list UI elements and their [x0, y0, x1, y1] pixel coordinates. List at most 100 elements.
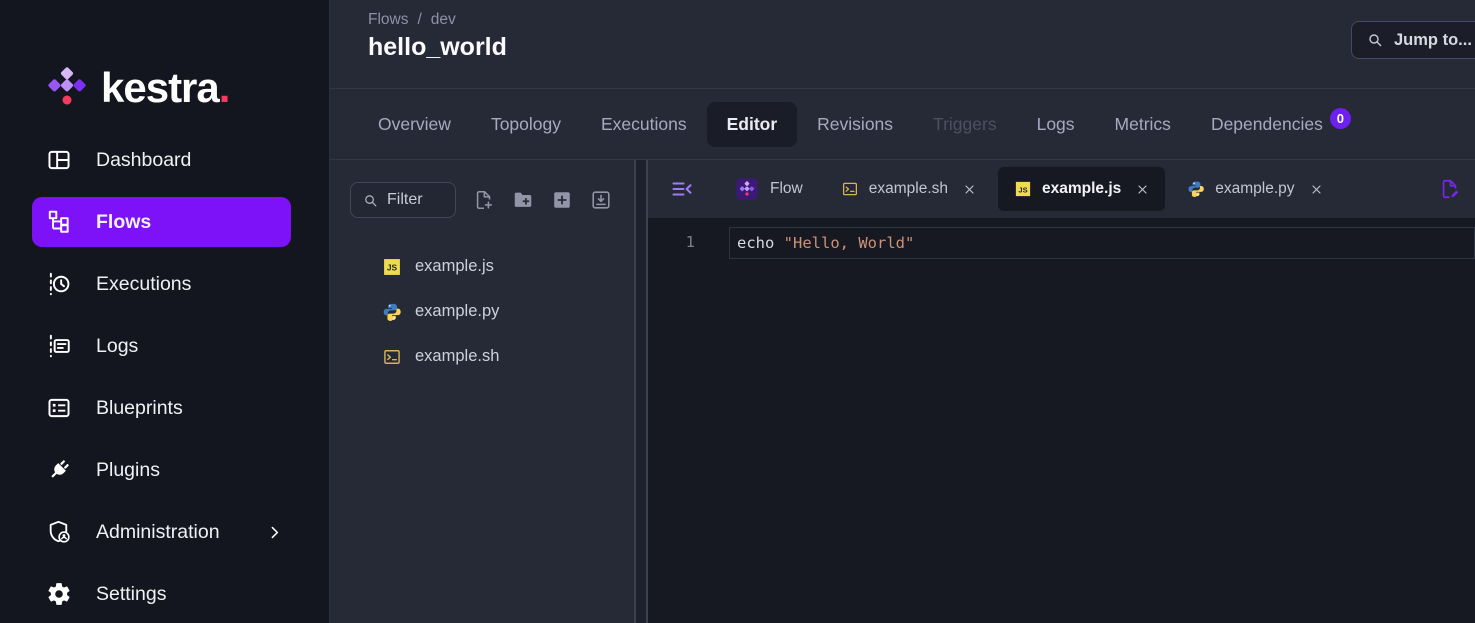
editor-tab-example-sh[interactable]: example.sh: [825, 167, 992, 211]
collapse-icon: [670, 177, 694, 201]
editor-tab-flow[interactable]: Flow: [718, 167, 819, 211]
sidebar-item-dashboard[interactable]: Dashboard: [32, 135, 291, 185]
import-button[interactable]: [590, 189, 612, 211]
code-line: 1 echo "Hello, World": [648, 227, 1475, 259]
sidebar-item-administration[interactable]: Administration: [32, 507, 291, 557]
file-explorer: example.js example.py example.sh: [330, 160, 634, 623]
file-list: example.js example.py example.sh: [330, 244, 634, 379]
filetype-icon: [841, 180, 859, 198]
file-example-py[interactable]: example.py: [330, 289, 634, 334]
filetype-icon: [382, 302, 402, 322]
editor-tab-example-js[interactable]: example.js: [998, 167, 1165, 211]
tab-label: Revisions: [817, 114, 893, 135]
panel-resize-handle[interactable]: [634, 160, 648, 623]
close-icon[interactable]: [963, 183, 976, 196]
tab-logs[interactable]: Logs: [1017, 102, 1095, 147]
nav-label: Blueprints: [96, 397, 183, 420]
sidebar-item-blueprints[interactable]: Blueprints: [32, 383, 291, 433]
toolbar-icon: [590, 189, 612, 211]
nav-icon: [46, 147, 72, 173]
file-name: example.js: [415, 257, 494, 276]
tab-label: Editor: [727, 114, 778, 135]
code-area[interactable]: 1 echo "Hello, World": [648, 218, 1475, 259]
editor-tab-label: Flow: [770, 180, 803, 198]
file-example-js[interactable]: example.js: [330, 244, 634, 289]
tab-label: Metrics: [1115, 114, 1171, 135]
nav-icon: [46, 457, 72, 483]
nav-label: Logs: [96, 335, 138, 358]
logo-dot: .: [219, 64, 230, 111]
filter-field[interactable]: [387, 191, 445, 209]
logo-text: kestra.: [101, 67, 229, 109]
filetype-icon: [382, 347, 402, 367]
search-icon: [1367, 32, 1383, 48]
tab-label: Topology: [491, 114, 561, 135]
breadcrumb-namespace[interactable]: dev: [431, 11, 456, 29]
file-edit-button[interactable]: [1439, 178, 1461, 200]
jump-to-button[interactable]: Jump to...: [1351, 21, 1475, 59]
code-token: "Hello, World": [784, 234, 915, 252]
tab-label: Dependencies: [1211, 114, 1323, 135]
page-title: hello_world: [368, 33, 1475, 62]
tab-triggers[interactable]: Triggers: [913, 102, 1017, 147]
kestra-logo-icon: [46, 65, 88, 111]
tab-topology[interactable]: Topology: [471, 102, 581, 147]
filetype-icon: [382, 257, 402, 277]
tab-editor[interactable]: Editor: [707, 102, 798, 147]
tab-label: Executions: [601, 114, 687, 135]
toolbar-icon: [473, 189, 495, 211]
kestra-app: kestra. Dashboard Flows Executions: [0, 0, 1475, 623]
chevron-right-icon: [266, 524, 283, 541]
editor-tab-example-py[interactable]: example.py: [1171, 167, 1338, 211]
tab-dependencies[interactable]: Dependencies 0: [1191, 102, 1371, 147]
breadcrumb-flows[interactable]: Flows: [368, 11, 408, 29]
page-header: Flows / dev hello_world Jump to...: [330, 0, 1475, 89]
content: example.js example.py example.sh: [330, 160, 1475, 623]
page-tabs: Overview Topology Executions Editor: [330, 89, 1475, 160]
line-content: echo "Hello, World": [729, 227, 1475, 259]
filetype-icon: [1187, 180, 1205, 198]
sidebar: kestra. Dashboard Flows Executions: [0, 0, 330, 623]
file-name: example.py: [415, 302, 499, 321]
collapse-sidebar-button[interactable]: [670, 177, 694, 201]
filetype-icon: [1014, 180, 1032, 198]
nav-icon: [46, 209, 72, 235]
search-icon: [363, 193, 378, 208]
filter-input[interactable]: [350, 182, 456, 218]
new-file-button[interactable]: [473, 189, 495, 211]
nav-label: Executions: [96, 273, 191, 296]
editor-tab-label: example.sh: [869, 180, 948, 198]
sidebar-item-flows[interactable]: Flows: [32, 197, 291, 247]
sidebar-item-settings[interactable]: Settings: [32, 569, 291, 619]
close-icon[interactable]: [1136, 183, 1149, 196]
code-token: echo: [737, 234, 784, 252]
kestra-logo[interactable]: kestra.: [0, 0, 329, 135]
nav-label: Dashboard: [96, 149, 191, 172]
close-icon[interactable]: [1310, 183, 1323, 196]
sidebar-nav: Dashboard Flows Executions Lo: [0, 135, 329, 623]
editor-tab-label: example.js: [1042, 180, 1121, 198]
sidebar-item-executions[interactable]: Executions: [32, 259, 291, 309]
breadcrumb: Flows / dev: [368, 11, 1475, 29]
sidebar-item-plugins[interactable]: Plugins: [32, 445, 291, 495]
nav-label: Flows: [96, 211, 151, 234]
new-folder-button[interactable]: [512, 189, 534, 211]
tab-revisions[interactable]: Revisions: [797, 102, 913, 147]
tab-executions[interactable]: Executions: [581, 102, 707, 147]
tab-label: Triggers: [933, 114, 997, 135]
code-editor: Flow example.sh example.js: [648, 160, 1475, 623]
sidebar-item-logs[interactable]: Logs: [32, 321, 291, 371]
explorer-toolbar: [330, 160, 634, 218]
nav-label: Settings: [96, 583, 166, 606]
jump-to-label: Jump to...: [1394, 31, 1472, 50]
file-name: example.sh: [415, 347, 499, 366]
tab-metrics[interactable]: Metrics: [1095, 102, 1191, 147]
file-example-sh[interactable]: example.sh: [330, 334, 634, 379]
tab-badge: 0: [1330, 108, 1351, 129]
add-button[interactable]: [551, 189, 573, 211]
editor-tab-label: example.py: [1215, 180, 1294, 198]
nav-icon: [46, 519, 72, 545]
toolbar-icon: [512, 189, 534, 211]
tab-overview[interactable]: Overview: [358, 102, 471, 147]
nav-icon: [46, 271, 72, 297]
